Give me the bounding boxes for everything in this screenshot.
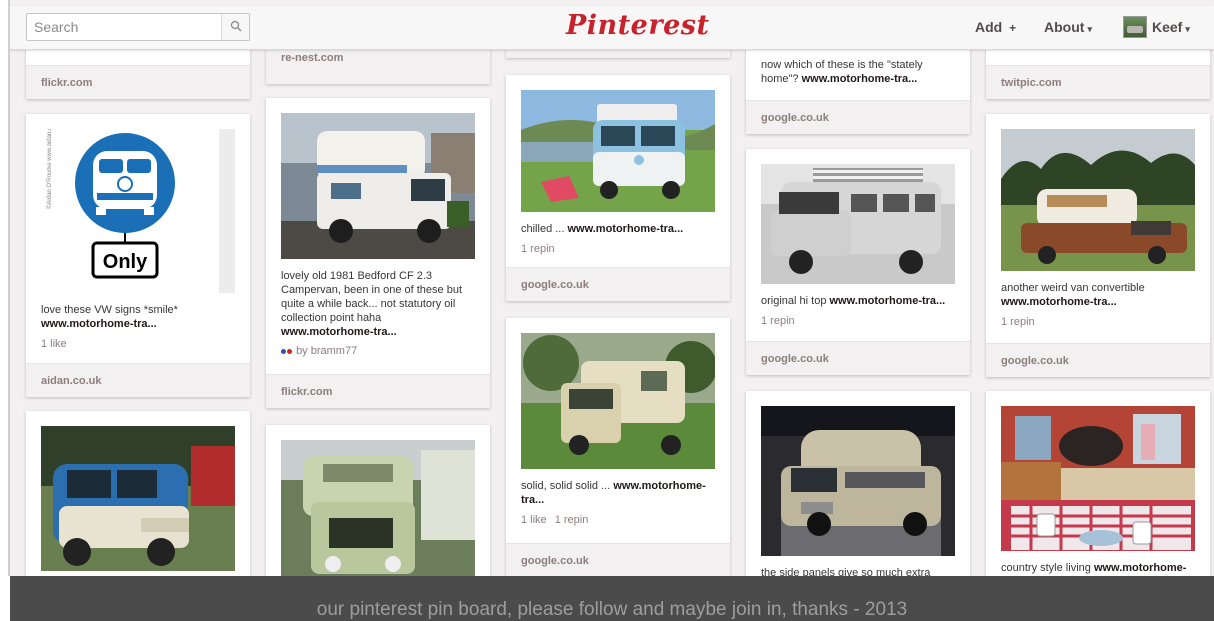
pin-description: lovely old 1981 Bedford CF 2.3 Campervan… [281, 270, 463, 338]
pin-stats: 1 repin [521, 243, 555, 255]
avatar[interactable] [1123, 16, 1147, 38]
pin-card[interactable]: the side panels give so much extra [746, 391, 970, 576]
search-button[interactable] [221, 14, 249, 40]
pin-image[interactable] [41, 426, 235, 571]
pin-description: chilled ... www.motorhome-tra... [521, 223, 684, 235]
pin-description: country style living www.motorhome- [1001, 562, 1187, 574]
pin-card[interactable]: lovely old 1981 Bedford CF 2.3 Campervan… [266, 98, 490, 408]
pin-card[interactable]: country style living www.motorhome- [986, 391, 1210, 576]
pin-stats: 1 like [41, 338, 67, 350]
chevron-down-icon: ▾ [1185, 24, 1190, 34]
pin-image[interactable] [521, 90, 715, 212]
pin-card[interactable]: another weird van convertible www.motorho… [986, 114, 1210, 377]
pin-link[interactable]: www.motorhome-tra... [1001, 296, 1117, 308]
pin-description: now which of these is the "stately home"?… [761, 59, 923, 85]
pin-image[interactable]: ©Aidan O'Rourke www.aidan.co.uk Only [41, 129, 235, 293]
pin-link[interactable]: www.motorhome-tra... [830, 295, 946, 307]
pin-source[interactable]: twitpic.com [986, 65, 1210, 99]
pin-description: another weird van convertible www.motorho… [1001, 282, 1145, 308]
pin-stats: 1 repin [761, 315, 795, 327]
pin-description: original hi top www.motorhome-tra... [761, 295, 946, 307]
pin-source[interactable]: google.co.uk [506, 543, 730, 576]
caption-text: our pinterest pin board, please follow a… [316, 599, 908, 620]
user-menu[interactable]: Keef ▾ [1152, 19, 1190, 35]
left-border [0, 0, 10, 576]
pinner-avatar-icon [281, 349, 286, 354]
pin-image[interactable] [761, 406, 955, 556]
pin-card[interactable] [26, 411, 250, 576]
pin-stats: 1 repin [1001, 316, 1035, 328]
pinterest-logo[interactable]: Pinterest [566, 10, 709, 46]
chevron-down-icon: ▾ [1087, 24, 1092, 34]
search-input[interactable] [27, 14, 221, 40]
svg-text:©Aidan O'Rourke www.aidan.co.u: ©Aidan O'Rourke www.aidan.co.uk [46, 129, 53, 209]
pin-source[interactable]: google.co.uk [746, 341, 970, 375]
pin-source[interactable]: google.co.uk [746, 100, 970, 134]
pin-card[interactable] [266, 425, 490, 576]
pin-link[interactable]: www.motorhome-tra... [567, 223, 683, 235]
add-menu[interactable]: Add + [975, 19, 1016, 35]
plus-icon: + [1009, 21, 1017, 35]
pin-source[interactable]: google.co.uk [506, 267, 730, 301]
search-icon [230, 20, 242, 32]
pin-card[interactable]: chilled ... www.motorhome-tra... 1 repin… [506, 75, 730, 301]
pin-link[interactable]: www.motorhome- [1094, 562, 1186, 574]
pinner-avatar-icon [287, 349, 292, 354]
pinterest-board: flickr.com ©Aidan O'Rourke www.aidan.co.… [10, 0, 1214, 576]
caption-footer: our pinterest pin board, please follow a… [10, 576, 1214, 621]
pin-card[interactable]: original hi top www.motorhome-tra... 1 r… [746, 149, 970, 375]
pin-source[interactable]: aidan.co.uk [26, 363, 250, 397]
pin-image[interactable] [761, 164, 955, 284]
about-menu[interactable]: About ▾ [1044, 19, 1092, 35]
pin-image[interactable] [1001, 129, 1195, 271]
pin-card[interactable]: ©Aidan O'Rourke www.aidan.co.uk Only lov… [26, 114, 250, 397]
pin-source[interactable]: flickr.com [266, 374, 490, 408]
pin-image[interactable] [521, 333, 715, 469]
pin-card[interactable]: solid, solid solid ... www.motorhome-tra… [506, 318, 730, 576]
pin-description: the side panels give so much extra [761, 567, 931, 576]
pin-image[interactable] [281, 113, 475, 259]
pin-link[interactable]: www.motorhome-tra... [281, 326, 397, 338]
pin-description: love these VW signs *smile* www.motorhome… [41, 304, 178, 330]
pin-pinner[interactable]: by bramm77 [281, 345, 475, 357]
pin-link[interactable]: www.motorhome-tra... [802, 73, 918, 85]
pin-description: solid, solid solid ... www.motorhome-tra… [521, 480, 706, 506]
search-box [26, 13, 250, 41]
pin-link[interactable]: www.motorhome-tra... [41, 318, 157, 330]
pin-source[interactable]: google.co.uk [986, 343, 1210, 377]
pin-stats: 1 like 1 repin [521, 514, 589, 526]
pin-image[interactable] [1001, 406, 1195, 551]
pin-image[interactable] [281, 440, 475, 576]
top-navbar: Pinterest Add + About▾ Keef▾ [10, 6, 1214, 50]
pin-source[interactable]: flickr.com [26, 65, 250, 99]
sign-label: Only [103, 251, 148, 273]
